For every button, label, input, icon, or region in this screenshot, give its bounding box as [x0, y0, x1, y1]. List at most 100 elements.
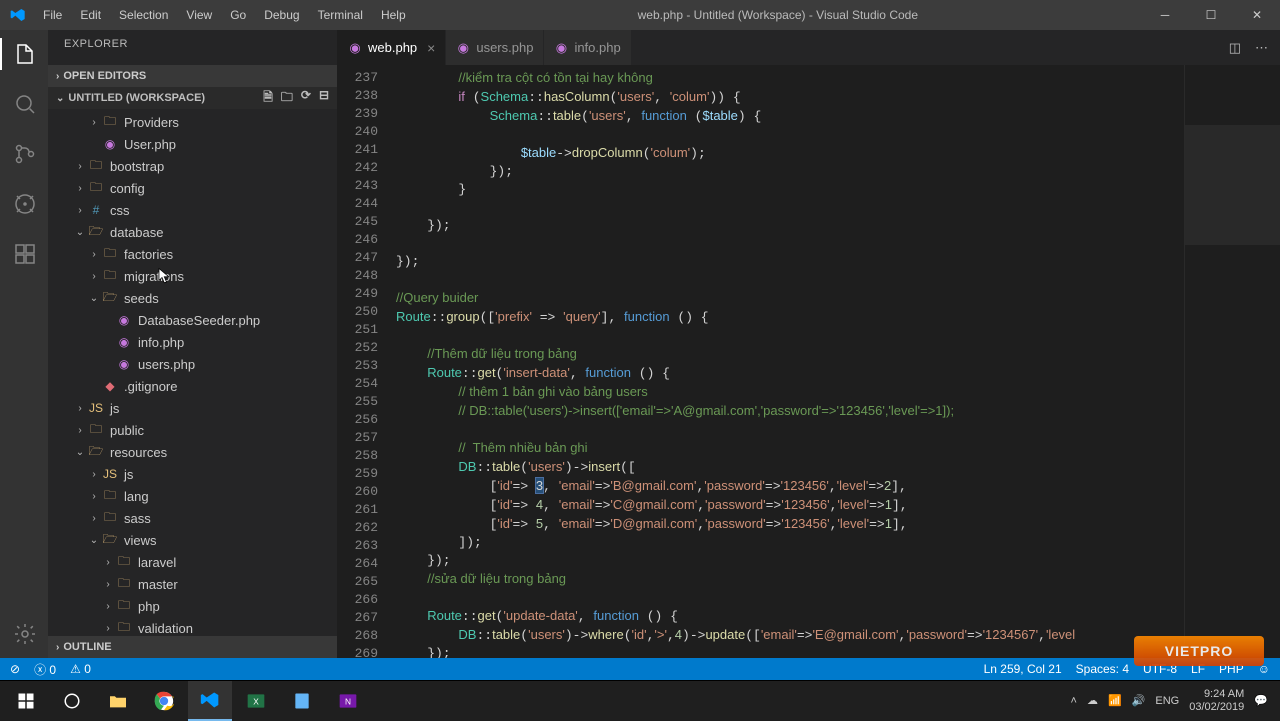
- tree-item-master[interactable]: ›🗀master: [48, 573, 337, 595]
- tree-item-migrations[interactable]: ›🗀migrations: [48, 265, 337, 287]
- tree-item-seeds[interactable]: ⌄🗁seeds: [48, 287, 337, 309]
- open-editors-section[interactable]: ›OPEN EDITORS: [48, 65, 337, 87]
- excel-icon[interactable]: X: [234, 681, 278, 721]
- tree-item-validation[interactable]: ›🗀validation: [48, 617, 337, 636]
- tree-item-label: laravel: [138, 555, 176, 570]
- minimap[interactable]: [1184, 65, 1280, 658]
- watermark-brand: VIETPRO: [1134, 636, 1264, 666]
- tree-item-laravel[interactable]: ›🗀laravel: [48, 551, 337, 573]
- menu-file[interactable]: File: [35, 4, 70, 26]
- folder-icon: 🗀: [102, 488, 118, 504]
- menu-debug[interactable]: Debug: [256, 4, 307, 26]
- tree-item-js[interactable]: ›JSjs: [48, 463, 337, 485]
- split-editor-icon[interactable]: ◫: [1229, 40, 1241, 56]
- settings-gear-icon[interactable]: [0, 618, 48, 650]
- tree-item-label: migrations: [124, 269, 184, 284]
- new-file-icon[interactable]: 🗎: [263, 88, 273, 109]
- menu-selection[interactable]: Selection: [111, 4, 176, 26]
- tree-item-php[interactable]: ›🗀php: [48, 595, 337, 617]
- tray-wifi-icon[interactable]: 📶: [1108, 694, 1122, 707]
- onenote-icon[interactable]: N: [326, 681, 370, 721]
- folder-open-icon: 🗁: [88, 224, 104, 240]
- menu-terminal[interactable]: Terminal: [310, 4, 371, 26]
- twisty-icon: ›: [74, 205, 86, 216]
- chrome-icon[interactable]: [142, 681, 186, 721]
- extensions-icon[interactable]: [0, 238, 48, 270]
- file-tree[interactable]: ›🗀Providers◉User.php›🗀bootstrap›🗀config›…: [48, 109, 337, 636]
- status-cursor[interactable]: Ln 259, Col 21: [984, 662, 1062, 676]
- tree-item-Providers[interactable]: ›🗀Providers: [48, 111, 337, 133]
- tray-cloud-icon[interactable]: ☁: [1087, 694, 1098, 707]
- sidebar: EXPLORER ›OPEN EDITORS ⌄UNTITLED (WORKSP…: [48, 30, 338, 658]
- tray-clock[interactable]: 9:24 AM 03/02/2019: [1189, 688, 1244, 714]
- status-spaces[interactable]: Spaces: 4: [1076, 662, 1129, 676]
- tray-notifications-icon[interactable]: 💬: [1254, 694, 1268, 707]
- notepad-icon[interactable]: [280, 681, 324, 721]
- menu-view[interactable]: View: [178, 4, 220, 26]
- tree-item-factories[interactable]: ›🗀factories: [48, 243, 337, 265]
- menu-go[interactable]: Go: [222, 4, 254, 26]
- tree-item-label: resources: [110, 445, 167, 460]
- start-button[interactable]: [4, 681, 48, 721]
- tree-item-database[interactable]: ⌄🗁database: [48, 221, 337, 243]
- code-text[interactable]: //kiểm tra cột có tồn tại hay không if (…: [396, 65, 1184, 658]
- vscode-taskbar-icon[interactable]: [188, 681, 232, 721]
- minimize-button[interactable]: ─: [1142, 0, 1188, 30]
- tree-item--gitignore[interactable]: ◆.gitignore: [48, 375, 337, 397]
- more-icon[interactable]: ⋯: [1255, 40, 1268, 56]
- tree-item-label: bootstrap: [110, 159, 164, 174]
- cortana-icon[interactable]: [50, 681, 94, 721]
- tree-item-config[interactable]: ›🗀config: [48, 177, 337, 199]
- php-icon: ◉: [116, 334, 132, 350]
- source-control-icon[interactable]: [0, 138, 48, 170]
- explorer-icon[interactable]: [0, 38, 48, 70]
- tree-item-bootstrap[interactable]: ›🗀bootstrap: [48, 155, 337, 177]
- outline-section[interactable]: ›OUTLINE: [48, 636, 337, 658]
- code-area[interactable]: 237 238 239 240 241 242 243 244 245 246 …: [338, 65, 1280, 658]
- tree-item-resources[interactable]: ⌄🗁resources: [48, 441, 337, 463]
- maximize-button[interactable]: ☐: [1188, 0, 1234, 30]
- status-remote-icon[interactable]: ⊘: [10, 662, 20, 676]
- tray-up-icon[interactable]: ˄: [1071, 695, 1077, 707]
- tree-item-users-php[interactable]: ◉users.php: [48, 353, 337, 375]
- close-button[interactable]: ✕: [1234, 0, 1280, 30]
- tree-item-views[interactable]: ⌄🗁views: [48, 529, 337, 551]
- tree-item-DatabaseSeeder-php[interactable]: ◉DatabaseSeeder.php: [48, 309, 337, 331]
- file-explorer-icon[interactable]: [96, 681, 140, 721]
- collapse-icon[interactable]: ⊟: [319, 88, 329, 109]
- tree-item-lang[interactable]: ›🗀lang: [48, 485, 337, 507]
- folder-icon: 🗀: [116, 598, 132, 614]
- tab-web-php[interactable]: ◉web.php×: [338, 30, 446, 65]
- status-warnings[interactable]: ⚠ 0: [70, 662, 91, 676]
- tab-users-php[interactable]: ◉users.php: [446, 30, 544, 65]
- close-icon[interactable]: ×: [427, 40, 435, 56]
- tab-label: info.php: [574, 40, 620, 55]
- twisty-icon: ›: [74, 425, 86, 436]
- tree-item-label: User.php: [124, 137, 176, 152]
- tray-sound-icon[interactable]: 🔊: [1132, 694, 1146, 707]
- tray-lang[interactable]: ENG: [1155, 695, 1179, 707]
- tree-item-User-php[interactable]: ◉ User.php: [48, 133, 337, 155]
- php-icon: ◉: [102, 136, 118, 152]
- status-errors[interactable]: ⓧ 0: [34, 661, 56, 678]
- tree-item-info-php[interactable]: ◉info.php: [48, 331, 337, 353]
- tree-item-public[interactable]: ›🗀public: [48, 419, 337, 441]
- tray-time: 9:24 AM: [1189, 688, 1244, 701]
- menu-edit[interactable]: Edit: [72, 4, 109, 26]
- workspace-section[interactable]: ⌄UNTITLED (WORKSPACE) 🗎 🗀 ⟳ ⊟: [48, 87, 337, 109]
- tree-item-css[interactable]: ›#css: [48, 199, 337, 221]
- tree-item-sass[interactable]: ›🗀sass: [48, 507, 337, 529]
- tree-item-label: config: [110, 181, 145, 196]
- refresh-icon[interactable]: ⟳: [301, 88, 311, 109]
- menu-help[interactable]: Help: [373, 4, 414, 26]
- search-icon[interactable]: [0, 88, 48, 120]
- new-folder-icon[interactable]: 🗀: [281, 88, 293, 109]
- twisty-icon: ⌄: [88, 293, 100, 304]
- tree-item-js[interactable]: ›JSjs: [48, 397, 337, 419]
- debug-icon[interactable]: [0, 188, 48, 220]
- tree-item-label: users.php: [138, 357, 195, 372]
- tab-info-php[interactable]: ◉info.php: [544, 30, 631, 65]
- main-area: EXPLORER ›OPEN EDITORS ⌄UNTITLED (WORKSP…: [0, 30, 1280, 658]
- folder-icon: 🗀: [88, 158, 104, 174]
- tree-item-label: css: [110, 203, 130, 218]
